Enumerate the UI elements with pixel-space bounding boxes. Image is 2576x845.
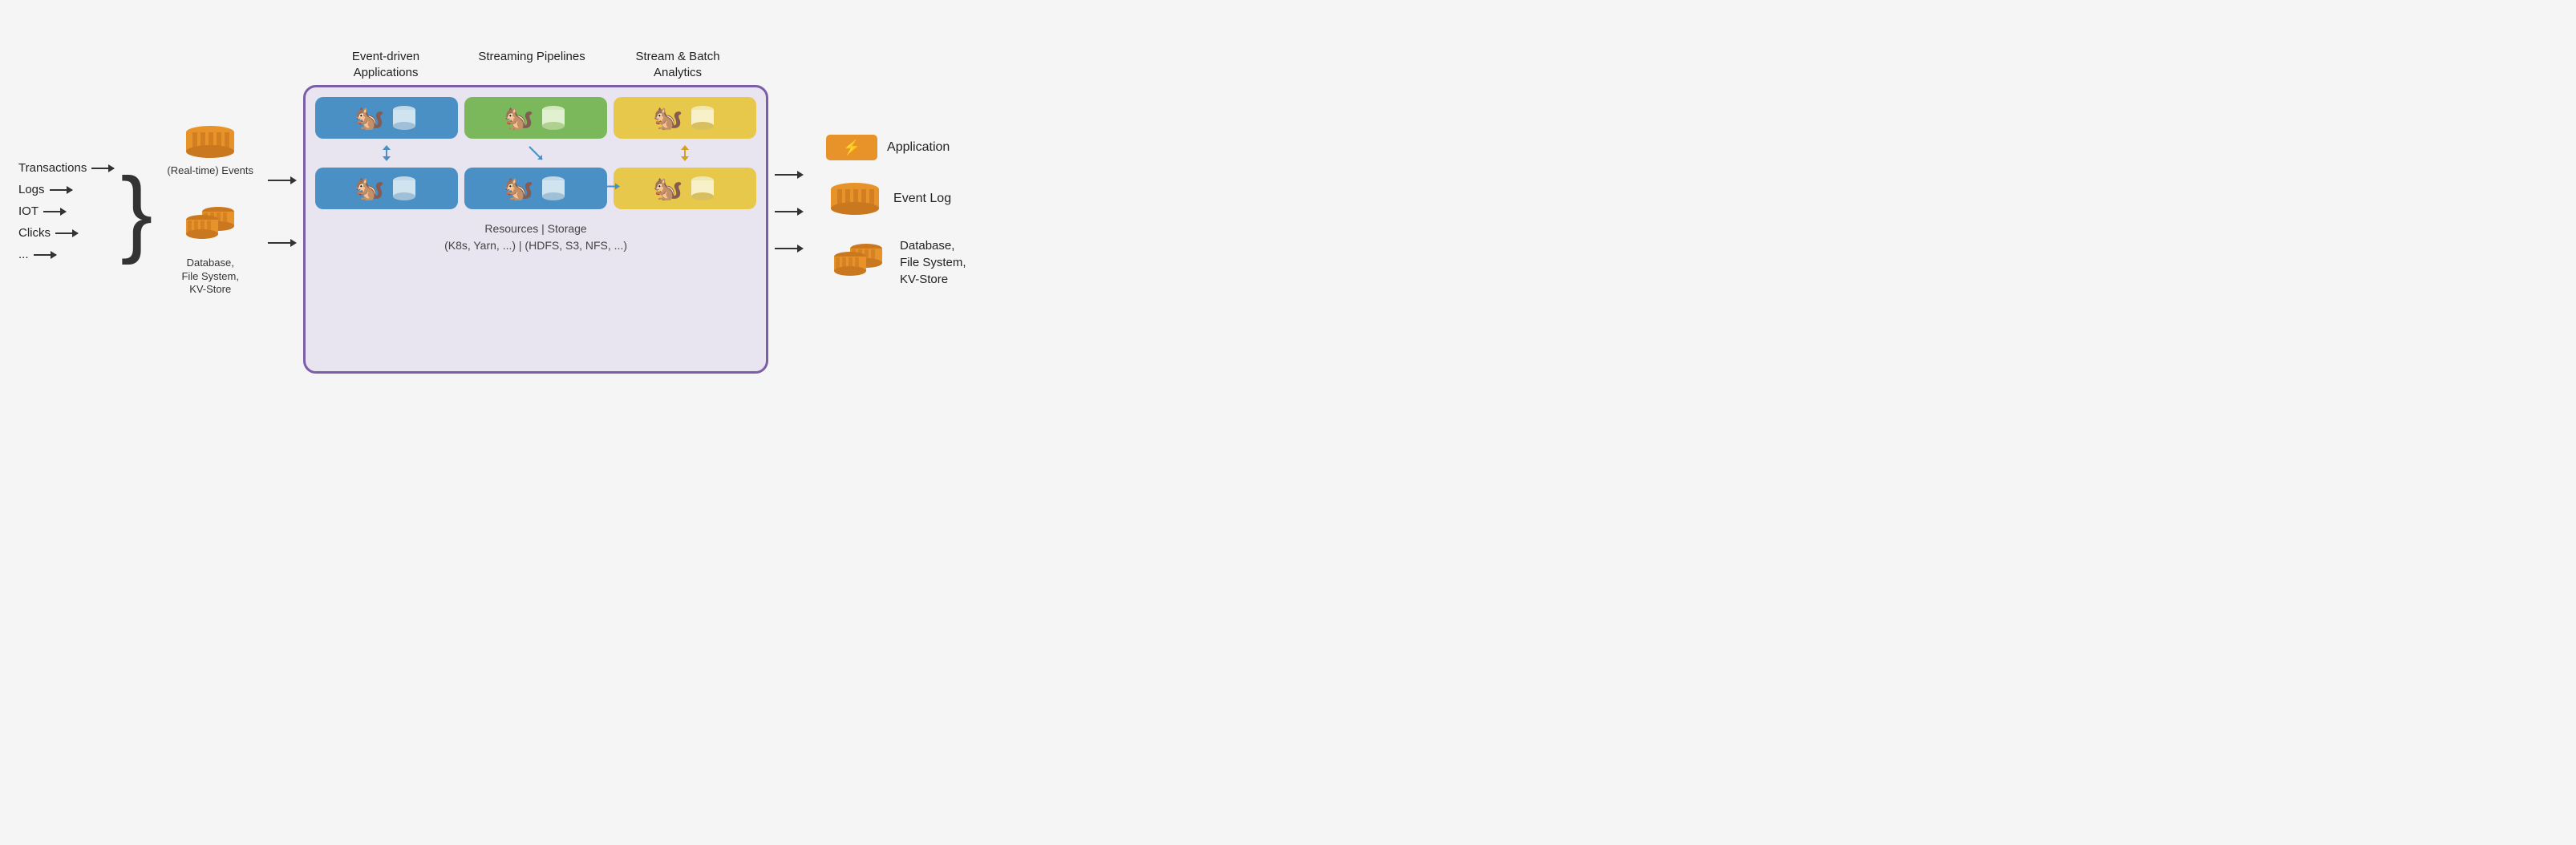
cylinder-icon-3	[688, 103, 717, 132]
double-arrow-yellow	[677, 145, 693, 161]
header-col2: Streaming Pipelines	[459, 49, 605, 80]
v-arrow-2	[464, 145, 607, 161]
input-label: Clicks	[18, 226, 51, 240]
arrow-to-main-bot	[268, 236, 297, 250]
squirrel-icon-6: 🐿️	[653, 175, 682, 203]
cell-analytics-top: 🐿️	[614, 97, 756, 139]
app-label: Application	[887, 140, 950, 155]
arrow-to-output-top	[775, 168, 804, 182]
cell-analytics-bot: 🐿️	[614, 168, 756, 209]
header-col3: Stream & BatchAnalytics	[605, 49, 751, 80]
arrow-right-icon	[34, 254, 56, 256]
source-to-main-arrows	[268, 173, 297, 250]
input-label: Transactions	[18, 161, 87, 175]
output-db-icon	[826, 239, 890, 287]
eventlog-label: Event Log	[893, 192, 951, 206]
main-box-footer: Resources | Storage (K8s, Yarn, ...) | (…	[315, 220, 756, 254]
center-section: Event-drivenApplications Streaming Pipel…	[303, 49, 768, 374]
double-arrow-blue	[379, 145, 395, 161]
v-arrow-1	[315, 145, 458, 161]
squirrel-icon-4: 🐿️	[354, 175, 384, 203]
cylinder-icon-1	[390, 103, 419, 132]
input-label: Logs	[18, 183, 45, 196]
events-label: (Real-time) Events	[167, 164, 253, 178]
cell-event-driven: 🐿️	[315, 97, 458, 139]
brace-icon: }	[120, 164, 152, 260]
cell-event-driven-bot: 🐿️	[315, 168, 458, 209]
db-stack-icon	[178, 202, 242, 250]
diagonal-arrow-blue	[528, 145, 544, 161]
arrow-right-icon	[43, 211, 66, 212]
output-application: ⚡ Application	[826, 135, 966, 160]
squirrel-icon-5: 🐿️	[504, 175, 533, 203]
footer-line2: (K8s, Yarn, ...) | (HDFS, S3, NFS, ...)	[315, 237, 756, 254]
squirrel-icon-2: 🐿️	[504, 104, 533, 132]
squirrel-icon-1: 🐿️	[354, 104, 384, 132]
inter-row-arrows	[315, 145, 756, 161]
arrow-to-output-bot	[775, 241, 804, 256]
cell-streaming-bot: 🐿️	[464, 168, 607, 209]
arrow-to-main-top	[268, 173, 297, 188]
arrow-right-icon	[55, 232, 78, 234]
h-arrow-icon	[601, 181, 620, 196]
output-eventlog: Event Log	[826, 183, 966, 215]
column-headers: Event-drivenApplications Streaming Pipel…	[303, 49, 760, 80]
input-label: IOT	[18, 204, 38, 218]
main-bottom-row: 🐿️ 🐿️	[315, 168, 756, 209]
arrow-to-output-mid	[775, 204, 804, 219]
cylinder-icon-2	[539, 103, 568, 132]
cylinder-icon-6	[688, 174, 717, 203]
v-arrow-3	[614, 145, 756, 161]
input-label: ...	[18, 248, 29, 261]
left-source-icons: (Real-time) Events	[167, 126, 253, 297]
output-list: ⚡ Application Event Log	[826, 135, 966, 288]
cylinder-icon-4	[390, 174, 419, 203]
input-clicks: Clicks	[18, 226, 114, 240]
arrow-right-icon	[50, 189, 72, 191]
database-icon	[178, 202, 242, 250]
main-top-row: 🐿️ 🐿️	[315, 97, 756, 139]
main-to-output-arrows	[775, 168, 804, 256]
input-transactions: Transactions	[18, 161, 114, 175]
squirrel-icon-3: 🐿️	[653, 104, 682, 132]
db-output-label: Database,File System,KV-Store	[900, 237, 966, 288]
lightning-icon: ⚡	[843, 139, 861, 156]
eventlog-icon	[826, 183, 884, 215]
main-box: 🐿️ 🐿️	[303, 85, 768, 374]
output-database: Database,File System,KV-Store	[826, 237, 966, 288]
input-iot: IOT	[18, 204, 114, 218]
input-logs: Logs	[18, 183, 114, 196]
arrow-right-icon	[91, 168, 114, 169]
cell-streaming: 🐿️	[464, 97, 607, 139]
events-group: (Real-time) Events	[167, 126, 253, 178]
cylinder-icon-5	[539, 174, 568, 203]
footer-line1: Resources | Storage	[315, 220, 756, 237]
horizontal-double-arrow	[601, 181, 620, 192]
input-list: Transactions Logs IOT Clicks ...	[18, 161, 114, 261]
kafka-icon	[181, 126, 239, 158]
input-brace: }	[120, 164, 152, 260]
db-group: Database,File System,KV-Store	[167, 202, 253, 297]
header-col1: Event-drivenApplications	[313, 49, 459, 80]
diagram: Transactions Logs IOT Clicks ... }	[18, 49, 1270, 374]
input-more: ...	[18, 248, 114, 261]
app-icon: ⚡	[826, 135, 877, 160]
db-label: Database,File System,KV-Store	[181, 257, 239, 297]
